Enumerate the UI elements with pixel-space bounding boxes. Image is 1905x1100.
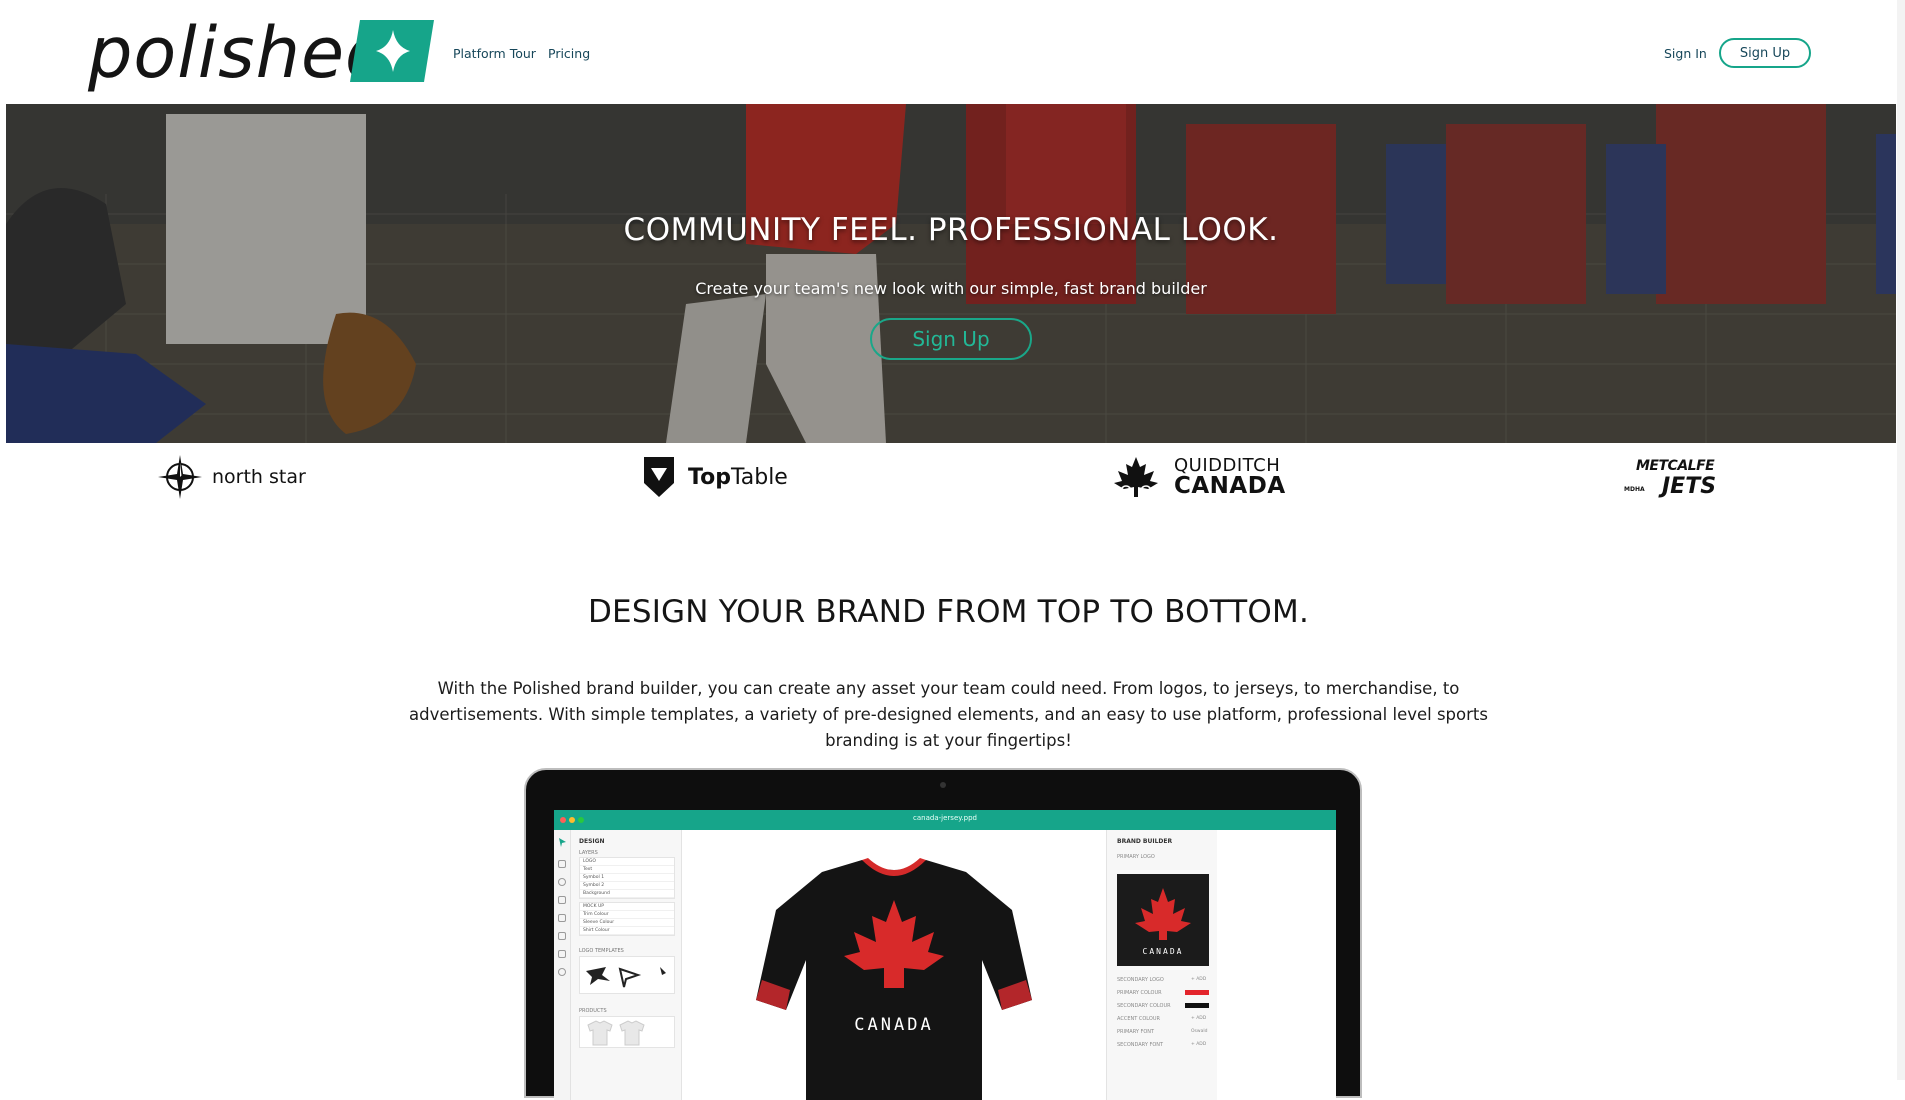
logo-canada-text: CANADA	[1143, 947, 1184, 956]
layer-row[interactable]: LOGO	[580, 858, 674, 866]
primary-colour-swatch[interactable]	[1185, 990, 1209, 995]
design-panel: DESIGN LAYERS LOGO Text Symbol 1 Symbol …	[571, 830, 682, 1100]
primary-logo-preview[interactable]: CANADA	[1117, 874, 1209, 966]
shirt-product-icon[interactable]	[580, 1017, 674, 1047]
jets-label: JETS	[1662, 474, 1717, 499]
layer-row[interactable]: Text	[580, 866, 674, 874]
secondary-font-label: SECONDARY FONT	[1117, 1042, 1164, 1048]
hero-sign-up-button[interactable]: Sign Up	[870, 318, 1032, 360]
metcalfe-label: METCALFE	[1636, 458, 1715, 474]
secondary-colour-swatch[interactable]	[1185, 1003, 1209, 1008]
rectangle-tool-icon[interactable]	[558, 860, 566, 868]
tool-rail	[554, 830, 571, 1100]
hero-title: COMMUNITY FEEL. PROFESSIONAL LOOK.	[623, 212, 1279, 248]
text-tool-icon[interactable]	[558, 950, 566, 958]
brand-builder-app-screen: canada-jersey.ppd DESIGN LAYERS LOGO Tex…	[554, 810, 1336, 1100]
add-secondary-font-button[interactable]: + ADD	[1191, 1042, 1206, 1047]
layers-list: LOGO Text Symbol 1 Symbol 2 Background	[579, 857, 675, 899]
zoom-tool-icon[interactable]	[558, 968, 566, 976]
primary-colour-label: PRIMARY COLOUR	[1117, 990, 1162, 996]
products-grid	[579, 1016, 675, 1048]
hero-banner: COMMUNITY FEEL. PROFESSIONAL LOOK. Creat…	[6, 104, 1896, 443]
brand-builder-title: BRAND BUILDER	[1117, 838, 1173, 845]
partner-logo-quidditch-canada: QUIDDITCH CANADA	[1108, 452, 1286, 502]
quidditch-label: QUIDDITCH	[1174, 454, 1281, 476]
secondary-colour-label: SECONDARY COLOUR	[1117, 1003, 1171, 1009]
brand-builder-panel: BRAND BUILDER PRIMARY LOGO CANADA SECOND…	[1106, 830, 1217, 1100]
jersey-canada-text: CANADA	[854, 1015, 933, 1035]
primary-font-select[interactable]: Oswald	[1191, 1029, 1207, 1034]
bird-logo-template-icon[interactable]	[580, 957, 674, 993]
toptable-shield-icon	[644, 457, 674, 497]
secondary-logo-label: SECONDARY LOGO	[1117, 977, 1164, 983]
hero-overlay	[6, 104, 1896, 443]
design-canvas[interactable]: CANADA	[682, 830, 1106, 1100]
design-section-title: DESIGN YOUR BRAND FROM TOP TO BOTTOM.	[587, 594, 1310, 630]
scrollbar-track[interactable]	[1897, 0, 1905, 1080]
pen-tool-icon[interactable]	[558, 914, 566, 922]
select-arrow-icon[interactable]	[554, 836, 570, 850]
mockup-row[interactable]: Sleeve Colour	[580, 919, 674, 927]
north-star-label: north star	[212, 466, 306, 488]
app-file-name: canada-jersey.ppd	[913, 814, 977, 822]
canada-label: CANADA	[1174, 472, 1286, 499]
logo-templates-label: LOGO TEMPLATES	[579, 948, 624, 954]
layer-row[interactable]: Background	[580, 890, 674, 898]
maple-leaf-logo-icon: CANADA	[1135, 888, 1191, 956]
add-accent-colour-button[interactable]: + ADD	[1191, 1016, 1206, 1021]
accent-colour-label: ACCENT COLOUR	[1117, 1016, 1160, 1022]
maple-leaf-hoops-icon	[1114, 457, 1158, 497]
sign-in-link[interactable]: Sign In	[1664, 46, 1707, 61]
app-titlebar: canada-jersey.ppd	[554, 810, 1336, 830]
partner-logo-metcalfe-jets: METCALFE JETS MDHA	[1620, 452, 1728, 502]
laptop-camera	[940, 782, 946, 788]
logo-templates-grid	[579, 956, 675, 994]
design-section-body: With the Polished brand builder, you can…	[409, 679, 1488, 750]
polished-sparkle-logo-icon[interactable]	[350, 20, 434, 82]
nav-pricing[interactable]: Pricing	[548, 46, 590, 61]
design-panel-title: DESIGN	[579, 838, 605, 845]
mockup-options: MOCK UP Trim Colour Sleeve Colour Shirt …	[579, 902, 675, 936]
primary-font-label: PRIMARY FONT	[1117, 1029, 1155, 1035]
line-tool-icon[interactable]	[558, 896, 566, 904]
partner-logo-toptable: TopTable	[640, 452, 788, 502]
layers-label: LAYERS	[579, 850, 598, 856]
layer-row[interactable]: Symbol 2	[580, 882, 674, 890]
polished-logo-text[interactable]: polished	[88, 12, 391, 94]
layer-row[interactable]: Symbol 1	[580, 874, 674, 882]
add-secondary-logo-button[interactable]: + ADD	[1191, 977, 1206, 982]
ellipse-tool-icon[interactable]	[558, 878, 566, 886]
nav-platform-tour[interactable]: Platform Tour	[453, 46, 536, 61]
site-header: polished Platform Tour Pricing Sign In S…	[0, 0, 1905, 104]
fill-tool-icon[interactable]	[558, 932, 566, 940]
compass-star-icon	[158, 455, 202, 499]
hockey-jersey-preview: CANADA	[756, 858, 1032, 1100]
partner-logo-north-star: north star	[158, 452, 306, 502]
mockup-label: MOCK UP	[580, 903, 674, 911]
laptop-mockup: canada-jersey.ppd DESIGN LAYERS LOGO Tex…	[524, 768, 1362, 1100]
mockup-row[interactable]: Trim Colour	[580, 911, 674, 919]
toptable-table-label: Table	[730, 464, 788, 490]
mockup-row[interactable]: Shirt Colour	[580, 927, 674, 935]
hero-subtitle: Create your team's new look with our sim…	[695, 279, 1207, 298]
toptable-top-label: Top	[688, 464, 731, 490]
sign-up-button[interactable]: Sign Up	[1719, 38, 1811, 68]
primary-logo-label: PRIMARY LOGO	[1117, 854, 1155, 860]
mdha-label: MDHA	[1624, 486, 1645, 493]
products-label: PRODUCTS	[579, 1008, 607, 1014]
